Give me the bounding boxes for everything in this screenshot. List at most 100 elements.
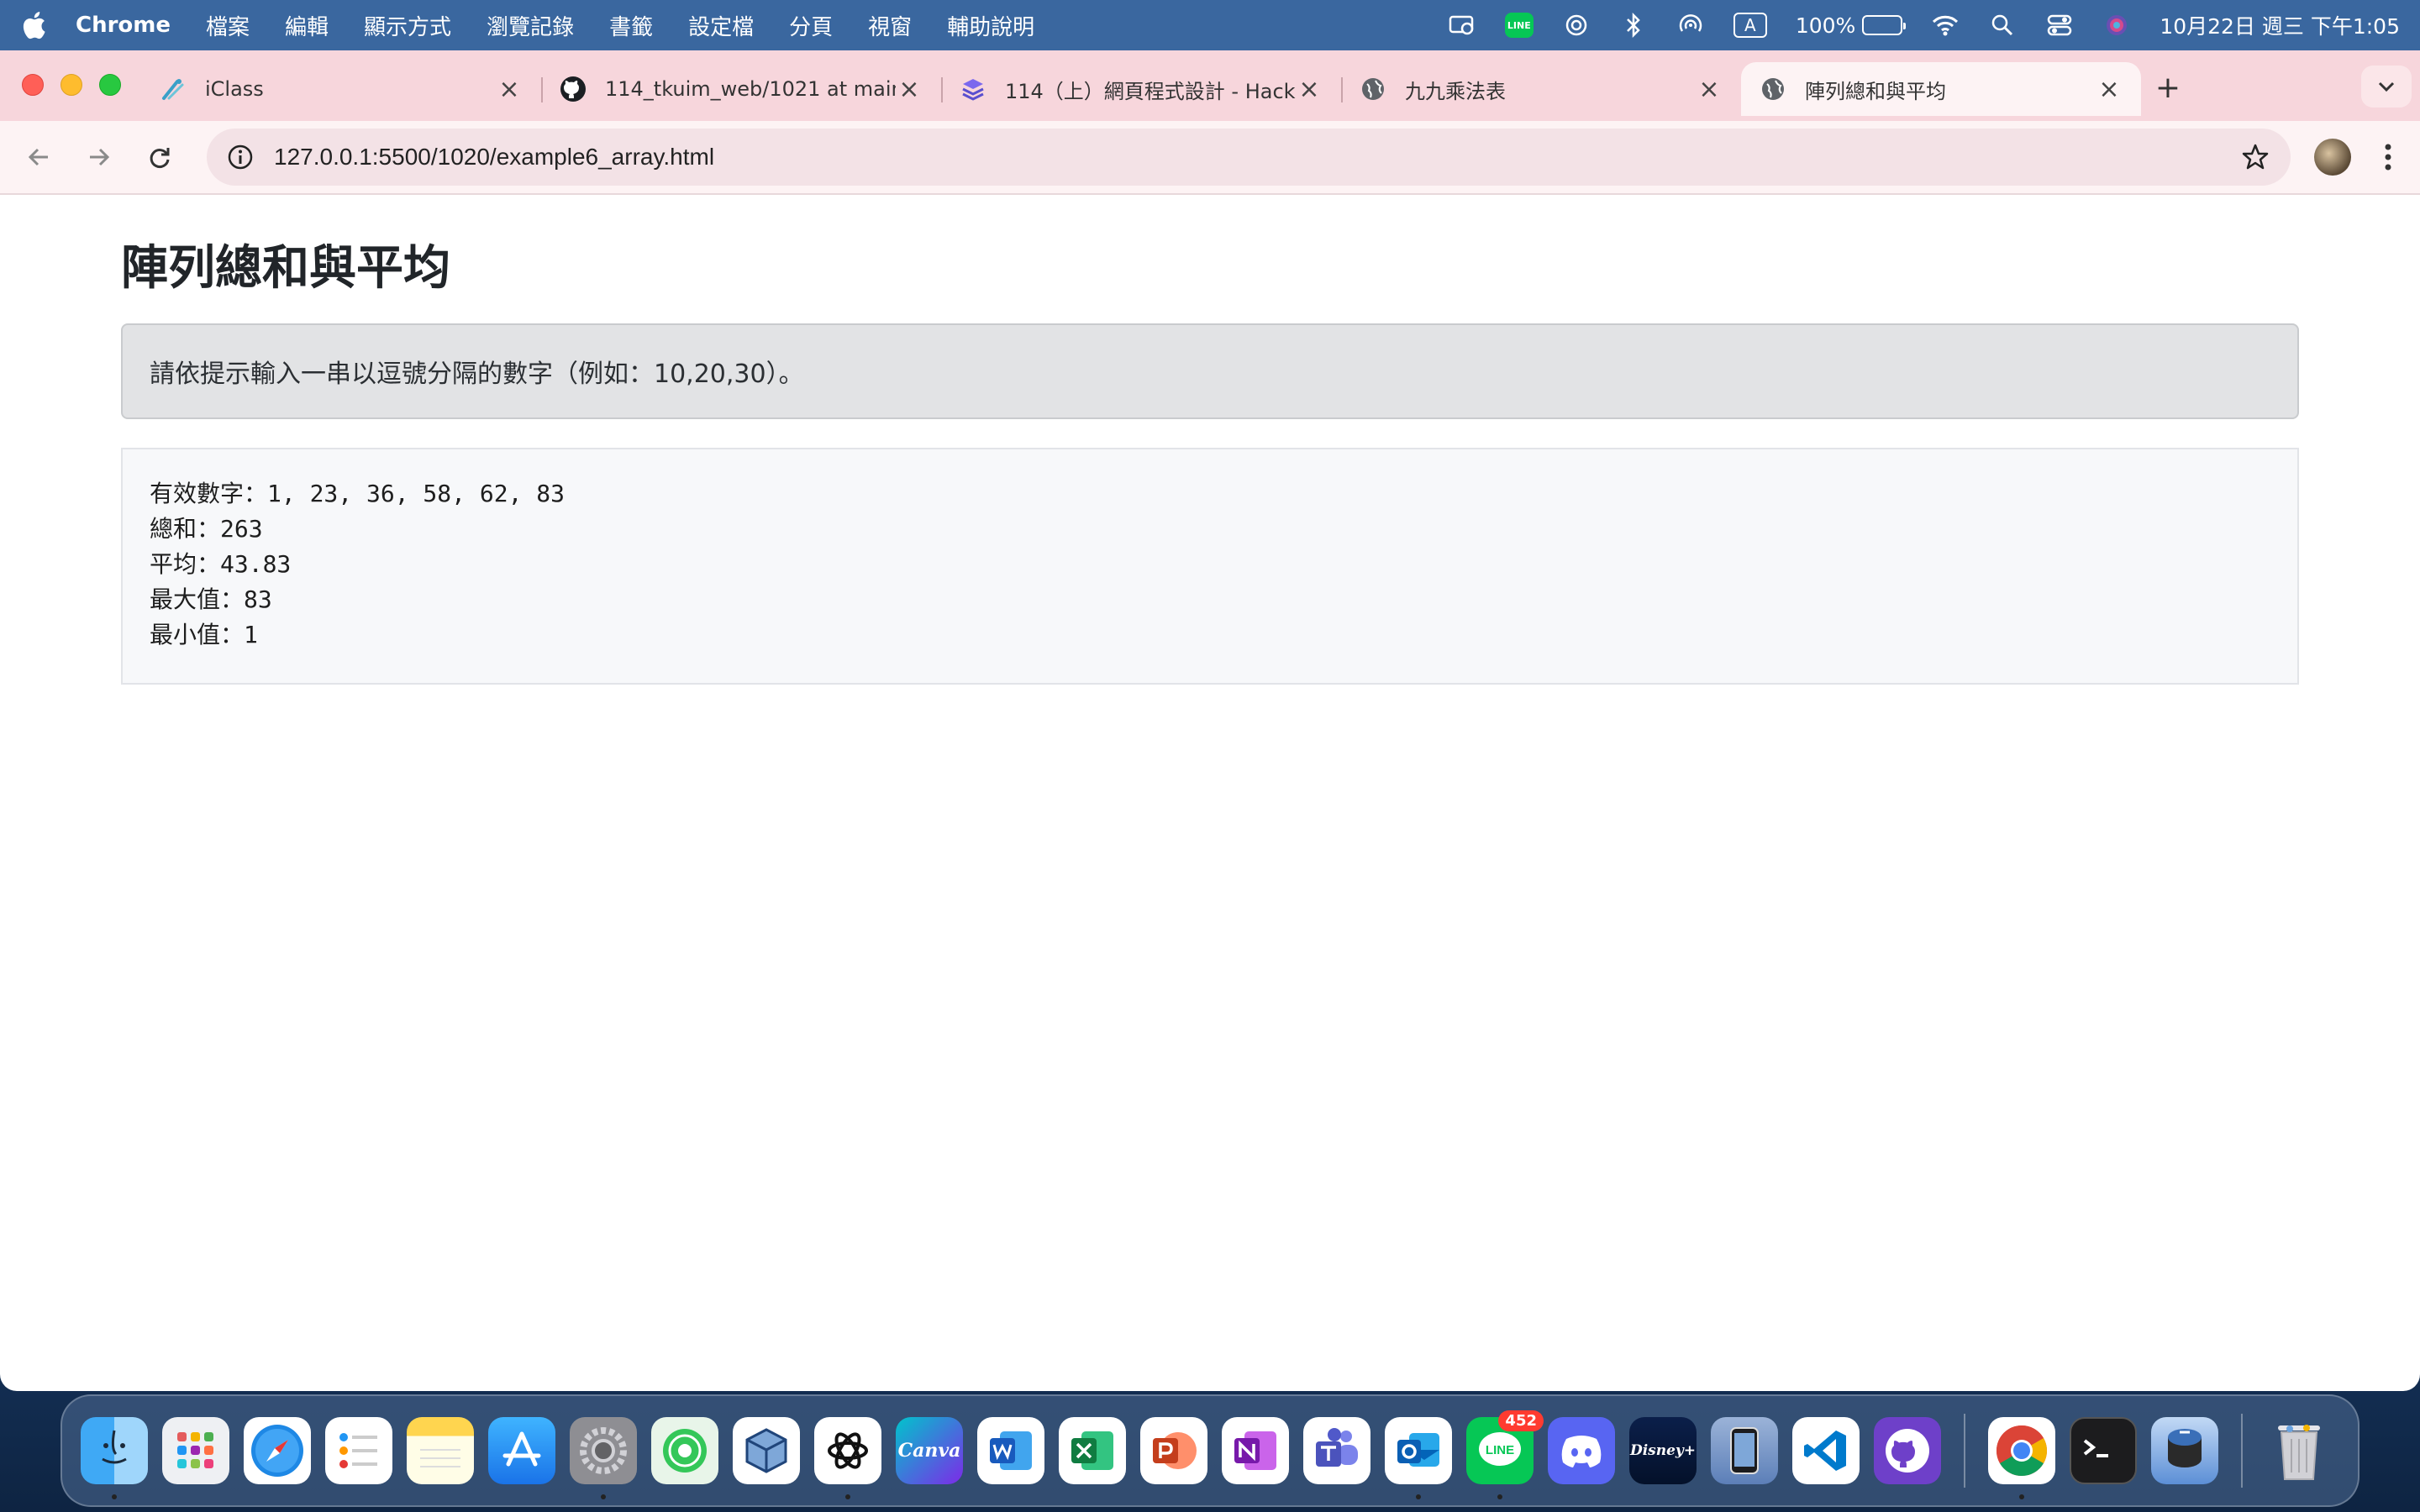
tab-github[interactable]: 114_tkuim_web/1021 at main × [541, 62, 941, 116]
finder-icon[interactable] [81, 1417, 148, 1499]
result-sum: 總和：263 [150, 515, 263, 543]
outlook-icon[interactable] [1385, 1417, 1452, 1499]
address-bar[interactable]: 127.0.0.1:5500/1020/example6_array.html [207, 129, 2291, 186]
tab-title: 陣列總和與平均 [1805, 79, 1946, 103]
arrow-right-icon [90, 148, 110, 166]
terminal-icon[interactable] [2070, 1417, 2137, 1484]
menu-window[interactable]: 視窗 [868, 10, 912, 41]
new-tab-button[interactable]: + [2149, 69, 2186, 106]
spotlight-search-icon[interactable] [1988, 11, 2017, 39]
fullscreen-window-button[interactable] [99, 74, 121, 96]
browser-menu-button[interactable] [2371, 136, 2405, 178]
github-desktop-icon[interactable] [1874, 1417, 1941, 1484]
menu-bookmarks[interactable]: 書籤 [609, 10, 653, 41]
globe-icon [1360, 76, 1386, 102]
arrow-left-icon [28, 148, 48, 166]
vscode-icon[interactable] [1792, 1417, 1860, 1484]
more-vertical-icon [2385, 144, 2391, 171]
menubar-clock[interactable]: 10月22日 週三 下午1:05 [2160, 10, 2400, 40]
menu-app-name[interactable]: Chrome [76, 13, 171, 38]
tab-search-button[interactable] [2361, 66, 2412, 108]
battery-icon [1862, 15, 1907, 35]
simulator-icon[interactable] [1711, 1417, 1778, 1484]
menu-file[interactable]: 檔案 [206, 10, 250, 41]
forward-button[interactable] [76, 134, 123, 181]
reminders-icon[interactable] [325, 1417, 392, 1484]
minimize-window-button[interactable] [60, 74, 82, 96]
line-icon[interactable]: LINE 452 [1466, 1410, 1544, 1499]
menu-edit[interactable]: 編輯 [285, 10, 329, 41]
input-source-icon[interactable]: A [1733, 13, 1767, 38]
web-page: 陣列總和與平均 請依提示輸入一串以逗號分隔的數字（例如：10,20,30）。 有… [0, 230, 2420, 685]
window-controls [22, 74, 121, 96]
dock: Canva LINE 452 Disney+ [60, 1394, 2360, 1507]
browser-toolbar: 127.0.0.1:5500/1020/example6_array.html [0, 121, 2420, 195]
canva-icon[interactable]: Canva [896, 1417, 963, 1484]
word-icon[interactable] [977, 1417, 1044, 1484]
line-status-icon[interactable]: LINE [1504, 13, 1534, 38]
tabs: iClass × 114_tkuim_web/1021 at main × 11… [141, 62, 2141, 121]
notification-badge: 452 [1498, 1410, 1544, 1431]
close-tab-icon[interactable]: × [496, 75, 523, 104]
powerpoint-icon[interactable] [1140, 1417, 1207, 1484]
github-icon [560, 76, 587, 102]
close-tab-icon[interactable]: × [1696, 75, 1723, 104]
siri-icon[interactable] [2102, 11, 2131, 39]
menu-history[interactable]: 瀏覽記錄 [487, 10, 574, 41]
battery-percent: 100% [1795, 13, 1856, 38]
safari-icon[interactable] [244, 1417, 311, 1484]
menu-profiles[interactable]: 設定檔 [688, 10, 754, 41]
result-output: 有效數字：1, 23, 36, 58, 62, 83 總和：263 平均：43.… [121, 448, 2299, 685]
iclass-icon [160, 76, 187, 102]
teams-icon[interactable] [1303, 1417, 1370, 1484]
chatgpt-status-icon[interactable] [1562, 11, 1591, 39]
app-store-icon[interactable] [488, 1417, 555, 1484]
menu-help[interactable]: 輔助說明 [947, 10, 1034, 41]
tab-title: 114（上）網頁程式設計 - HackMD [1005, 79, 1296, 103]
excel-icon[interactable] [1059, 1417, 1126, 1484]
site-info-icon[interactable] [225, 142, 255, 172]
screen-share-icon[interactable] [1448, 11, 1476, 39]
apple-icon[interactable] [20, 10, 47, 40]
trash-icon[interactable] [2265, 1417, 2333, 1484]
onenote-icon[interactable] [1222, 1417, 1289, 1484]
bookmark-star-icon[interactable] [2238, 140, 2272, 174]
chatgpt-icon[interactable] [814, 1417, 881, 1499]
tab-array-sum-average[interactable]: 陣列總和與平均 × [1741, 62, 2141, 116]
close-tab-icon[interactable]: × [1296, 75, 1323, 104]
result-valid-numbers: 有效數字：1, 23, 36, 58, 62, 83 [150, 480, 566, 507]
reload-button[interactable] [136, 134, 183, 181]
url-text[interactable]: 127.0.0.1:5500/1020/example6_array.html [274, 144, 2238, 171]
close-tab-icon[interactable]: × [2096, 75, 2123, 104]
menu-tab[interactable]: 分頁 [789, 10, 833, 41]
launchpad-icon[interactable] [162, 1417, 229, 1484]
reload-icon [150, 148, 170, 168]
tab-title: 九九乘法表 [1405, 79, 1506, 103]
result-average: 平均：43.83 [150, 550, 292, 578]
system-settings-icon[interactable] [570, 1417, 637, 1499]
profile-avatar[interactable] [2314, 139, 2351, 176]
wifi-icon[interactable] [1931, 11, 1960, 39]
menu-view[interactable]: 顯示方式 [364, 10, 451, 41]
find-my-icon[interactable] [651, 1417, 718, 1484]
tab-iclass[interactable]: iClass × [141, 62, 541, 116]
battery-indicator[interactable]: 100% [1795, 13, 1907, 38]
tab-hackmd[interactable]: 114（上）網頁程式設計 - HackMD × [941, 62, 1341, 116]
disk-utility-icon[interactable] [2151, 1417, 2218, 1484]
back-button[interactable] [15, 134, 62, 181]
tab-title: 114_tkuim_web/1021 at main [605, 77, 896, 101]
notes-icon[interactable] [407, 1417, 474, 1484]
discord-icon[interactable] [1548, 1417, 1615, 1484]
virtualbox-icon[interactable] [733, 1417, 800, 1484]
close-window-button[interactable] [22, 74, 44, 96]
control-center-icon[interactable] [2045, 11, 2074, 39]
close-tab-icon[interactable]: × [896, 75, 923, 104]
bluetooth-icon[interactable] [1619, 11, 1648, 39]
airdrop-icon[interactable] [1676, 11, 1705, 39]
result-max: 最大值：83 [150, 585, 272, 613]
tab-multiplication-table[interactable]: 九九乘法表 × [1341, 62, 1741, 116]
chrome-icon[interactable] [1988, 1417, 2055, 1499]
dock-separator [1964, 1414, 1965, 1488]
disney-plus-icon[interactable]: Disney+ [1629, 1417, 1697, 1484]
browser-window: iClass × 114_tkuim_web/1021 at main × 11… [0, 50, 2420, 1391]
